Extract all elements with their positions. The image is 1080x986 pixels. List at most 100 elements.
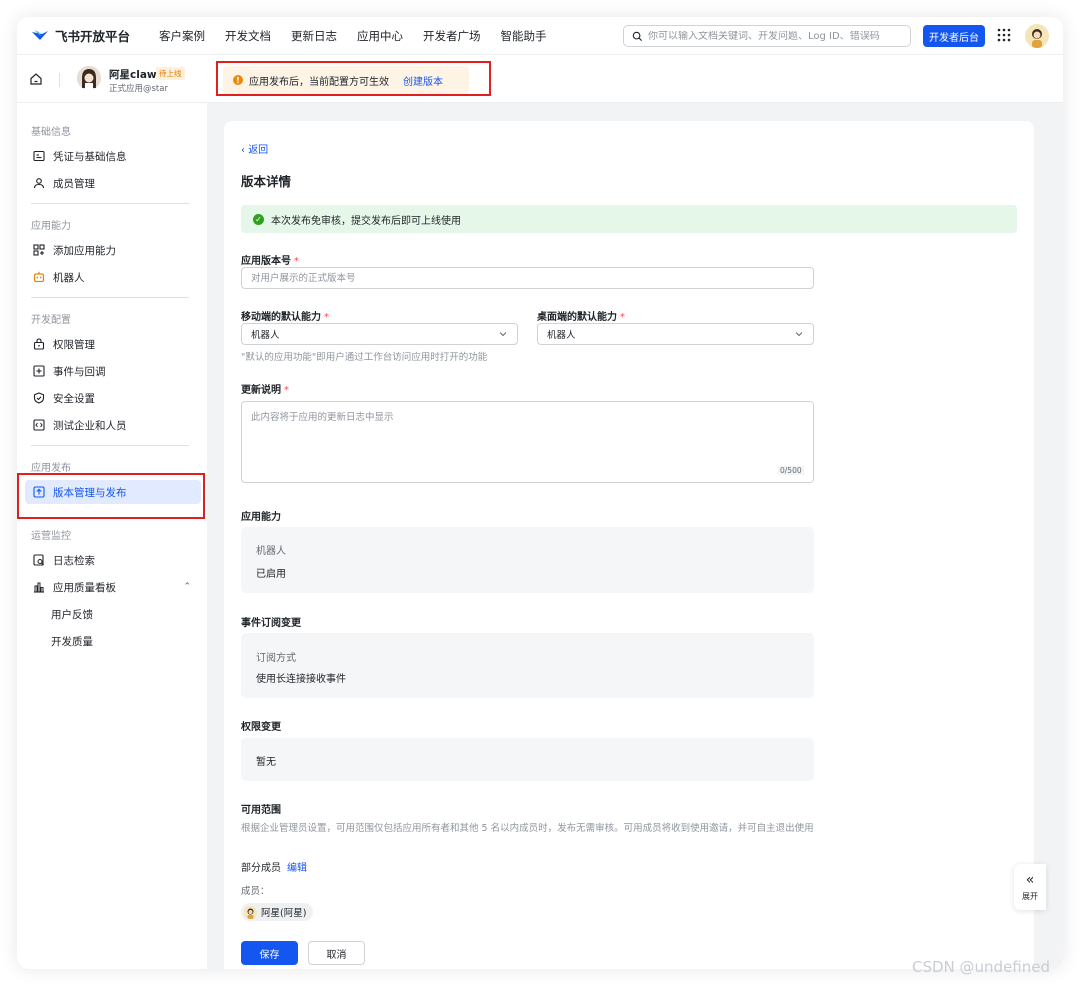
section-title-basic: 基础信息 bbox=[31, 127, 71, 138]
chart-icon bbox=[33, 581, 45, 593]
nav-assistant[interactable]: 智能助手 bbox=[501, 28, 547, 44]
scope-section-title: 可用范围 bbox=[241, 805, 281, 816]
top-navbar: 飞书开放平台 客户案例 开发文档 更新日志 应用中心 开发者广场 智能助手 开发… bbox=[17, 17, 1063, 55]
success-text: 本次发布免审核，提交发布后即可上线使用 bbox=[271, 215, 461, 227]
select-value: 机器人 bbox=[251, 330, 280, 341]
sidebar-item-label: 事件与回调 bbox=[53, 365, 106, 378]
success-alert: ✓ 本次发布免审核，提交发布后即可上线使用 bbox=[241, 205, 1017, 233]
desktop-label-text: 桌面端的默认能力 bbox=[537, 312, 617, 323]
desktop-default-select[interactable]: 机器人 bbox=[537, 323, 814, 345]
mobile-label-text: 移动端的默认能力 bbox=[241, 312, 321, 323]
sidebar-item-label: 安全设置 bbox=[53, 392, 95, 405]
sidebar-item-add-capability[interactable]: 添加应用能力 bbox=[25, 238, 201, 262]
nav-changelog[interactable]: 更新日志 bbox=[291, 28, 337, 44]
home-icon[interactable] bbox=[29, 72, 43, 86]
search-box[interactable] bbox=[623, 25, 911, 47]
avatar bbox=[244, 905, 257, 919]
search-input[interactable] bbox=[648, 30, 898, 42]
save-button[interactable]: 保存 bbox=[241, 941, 298, 965]
user-avatar[interactable] bbox=[1025, 24, 1049, 48]
chevron-up-icon[interactable]: ⌃ bbox=[183, 582, 191, 592]
update-notes-textarea[interactable] bbox=[241, 401, 814, 483]
sidebar-item-robot[interactable]: 机器人 bbox=[25, 265, 201, 289]
app-name: 阿星claw bbox=[109, 69, 157, 81]
nav-dev-plaza[interactable]: 开发者广场 bbox=[423, 28, 481, 44]
members-label: 成员： bbox=[241, 886, 270, 897]
add-capability-icon bbox=[33, 244, 45, 256]
sidebar: 基础信息 凭证与基础信息 成员管理 应用能力 添加应用能力 机器人 开发配置 权… bbox=[17, 103, 207, 969]
expand-label: 展开 bbox=[1022, 891, 1038, 901]
feishu-logo-icon bbox=[31, 29, 49, 42]
lock-icon bbox=[33, 338, 45, 350]
status-badge: 待上线 bbox=[156, 67, 185, 80]
sidebar-item-label: 开发质量 bbox=[51, 635, 93, 648]
scope-description: 根据企业管理员设置，可用范围仅包括应用所有者和其他 5 名以内成员时，发布无需审… bbox=[241, 823, 814, 834]
section-title-publish: 应用发布 bbox=[31, 463, 71, 474]
mobile-default-select[interactable]: 机器人 bbox=[241, 323, 518, 345]
member-chip: 阿星(阿星) bbox=[241, 903, 314, 921]
scope-edit-link[interactable]: 编辑 bbox=[287, 859, 307, 874]
app-window: 飞书开放平台 客户案例 开发文档 更新日志 应用中心 开发者广场 智能助手 开发… bbox=[17, 17, 1063, 969]
version-input[interactable] bbox=[241, 267, 814, 289]
update-label-text: 更新说明 bbox=[241, 385, 281, 396]
sidebar-item-label: 应用质量看板 bbox=[53, 581, 116, 594]
cancel-button[interactable]: 取消 bbox=[308, 941, 365, 965]
logo[interactable]: 飞书开放平台 bbox=[31, 26, 159, 45]
section-title-monitor: 运营监控 bbox=[31, 531, 71, 542]
search-icon bbox=[632, 31, 643, 41]
event-box: 订阅方式 使用长连接接收事件 bbox=[241, 633, 814, 698]
permission-value: 暂无 bbox=[256, 757, 276, 768]
highlight-box bbox=[17, 473, 205, 519]
back-link[interactable]: ‹ 返回 bbox=[241, 141, 268, 156]
required-mark: * bbox=[284, 385, 289, 396]
app-subtitle: 正式应用@star bbox=[109, 84, 168, 94]
sidebar-item-permissions[interactable]: 权限管理 bbox=[25, 332, 201, 356]
permission-box: 暂无 bbox=[241, 738, 814, 781]
mobile-default-label: 移动端的默认能力 * bbox=[241, 308, 329, 323]
scope-partial: 部分成员 bbox=[241, 863, 281, 874]
credential-icon bbox=[33, 150, 45, 162]
nav-app-center[interactable]: 应用中心 bbox=[357, 28, 403, 44]
sidebar-item-label: 权限管理 bbox=[53, 338, 95, 351]
chevron-down-icon bbox=[499, 332, 507, 337]
log-search-icon bbox=[33, 554, 45, 566]
nav-customer-cases[interactable]: 客户案例 bbox=[159, 28, 205, 44]
dev-console-button[interactable]: 开发者后台 bbox=[923, 25, 985, 47]
sidebar-item-members[interactable]: 成员管理 bbox=[25, 171, 201, 195]
nav-docs[interactable]: 开发文档 bbox=[225, 28, 271, 44]
page-title: 版本详情 bbox=[241, 174, 292, 189]
sidebar-divider bbox=[31, 445, 189, 446]
sidebar-item-quality-board[interactable]: 应用质量看板 ⌃ bbox=[25, 575, 201, 599]
app-avatar bbox=[77, 66, 101, 90]
sidebar-divider bbox=[31, 203, 189, 204]
event-icon bbox=[33, 365, 45, 377]
sidebar-item-security[interactable]: 安全设置 bbox=[25, 386, 201, 410]
sidebar-item-label: 凭证与基础信息 bbox=[53, 150, 127, 163]
capability-status: 已启用 bbox=[256, 569, 286, 580]
header-divider bbox=[59, 73, 60, 87]
permission-section-title: 权限变更 bbox=[241, 722, 281, 733]
sidebar-item-credentials[interactable]: 凭证与基础信息 bbox=[25, 144, 201, 168]
sidebar-item-dev-quality[interactable]: 开发质量 bbox=[25, 629, 201, 653]
select-value: 机器人 bbox=[547, 330, 576, 341]
sidebar-item-label: 成员管理 bbox=[53, 177, 95, 190]
sidebar-item-label: 日志检索 bbox=[53, 554, 95, 567]
capability-box: 机器人 已启用 bbox=[241, 527, 814, 593]
event-section-title: 事件订阅变更 bbox=[241, 618, 301, 629]
app-grid-icon[interactable] bbox=[997, 28, 1011, 42]
sidebar-item-label: 用户反馈 bbox=[51, 608, 93, 621]
desktop-default-label: 桌面端的默认能力 * bbox=[537, 308, 625, 323]
member-name: 阿星(阿星) bbox=[261, 908, 307, 919]
app-header: 阿星claw 待上线 正式应用@star ! 应用发布后，当前配置方可生效 创建… bbox=[17, 55, 1063, 103]
sidebar-item-log-search[interactable]: 日志检索 bbox=[25, 548, 201, 572]
sidebar-item-events[interactable]: 事件与回调 bbox=[25, 359, 201, 383]
expand-panel-button[interactable]: « 展开 bbox=[1014, 864, 1046, 910]
test-icon bbox=[33, 419, 45, 431]
sidebar-item-user-feedback[interactable]: 用户反馈 bbox=[25, 602, 201, 626]
version-detail-card: ‹ 返回 版本详情 ✓ 本次发布免审核，提交发布后即可上线使用 应用版本号* 移… bbox=[224, 121, 1034, 969]
section-title-capability: 应用能力 bbox=[31, 221, 71, 232]
sidebar-item-test-tenants[interactable]: 测试企业和人员 bbox=[25, 413, 201, 437]
capability-section-title: 应用能力 bbox=[241, 512, 281, 523]
chevron-down-icon bbox=[795, 332, 803, 337]
robot-icon bbox=[33, 271, 45, 283]
